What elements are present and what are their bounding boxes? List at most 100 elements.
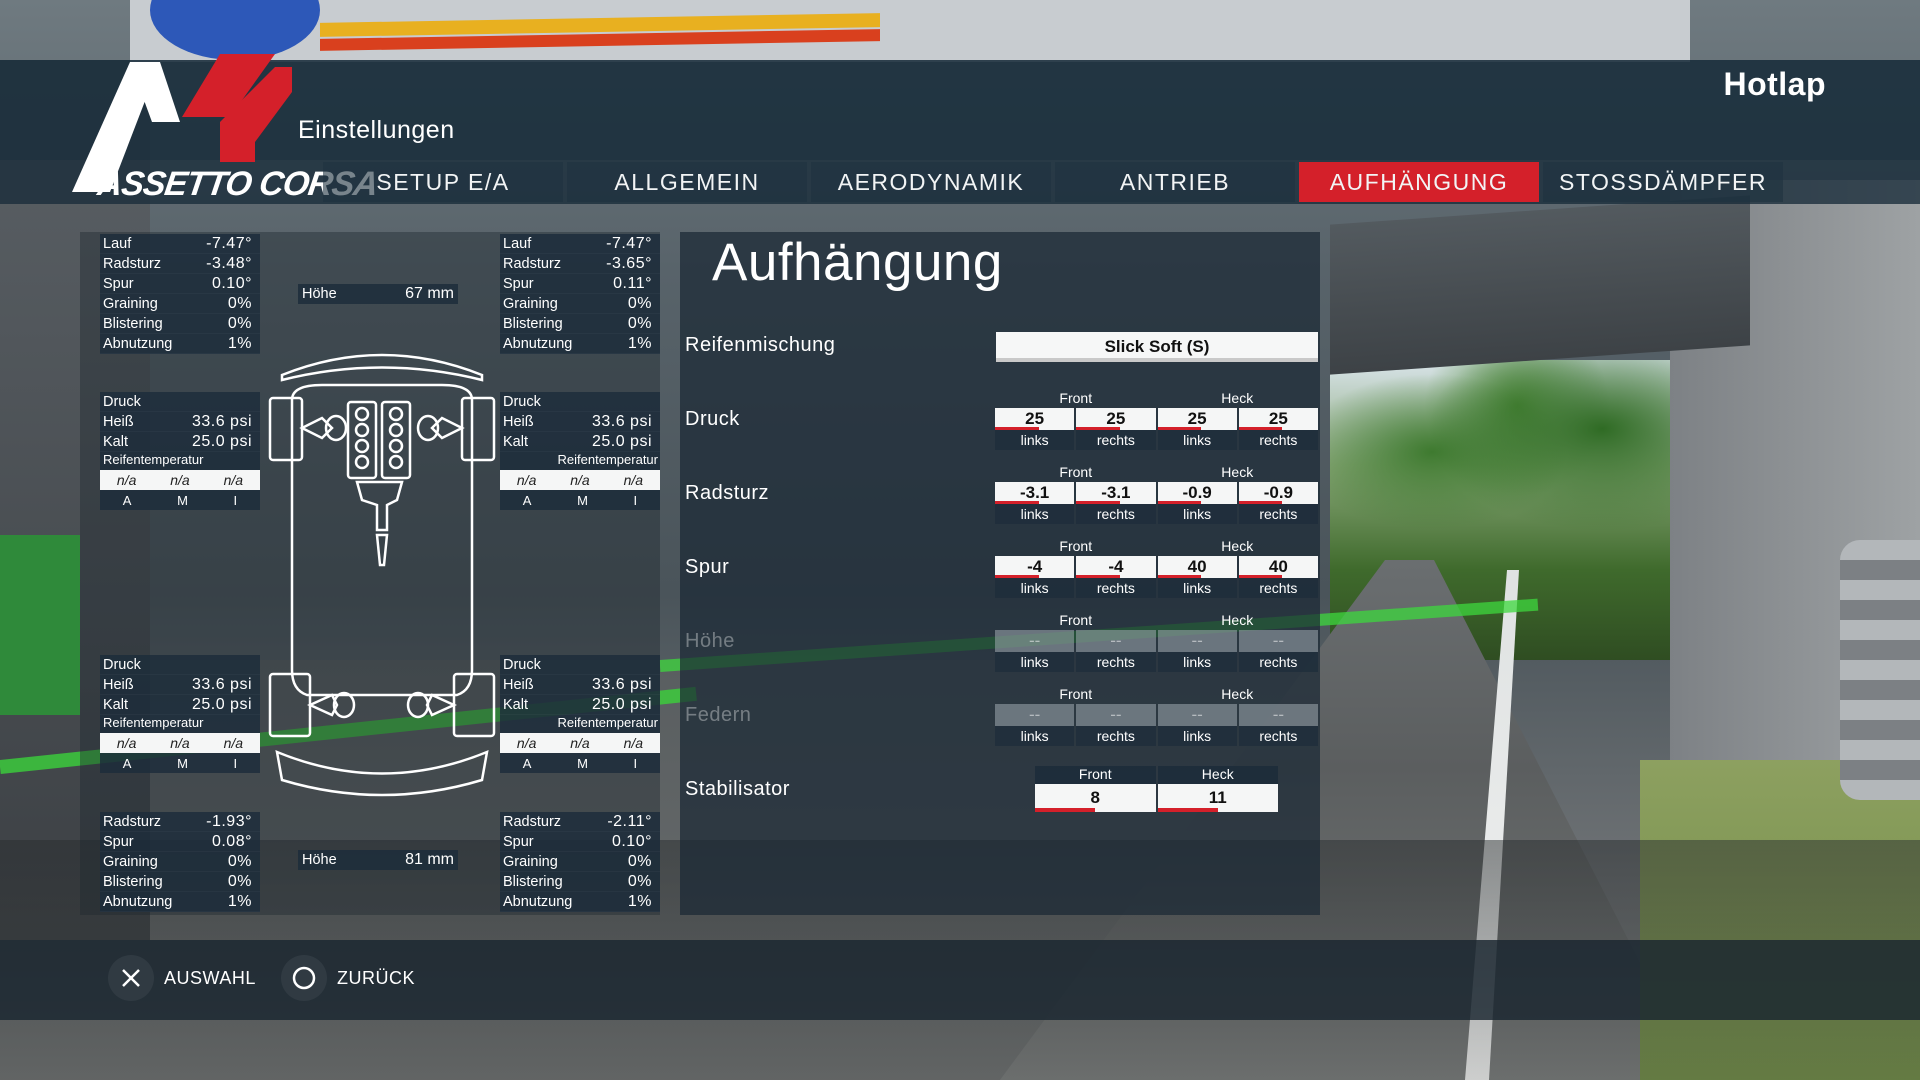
tab-aerodynamik[interactable]: AERODYNAMIK	[811, 162, 1051, 202]
stat-label: Radsturz	[103, 255, 162, 272]
back-hint[interactable]: ZURÜCK	[281, 955, 415, 1001]
car-chassis-diagram	[268, 353, 496, 797]
tire-temp-title: Reifentemperatur	[100, 715, 260, 733]
trees	[1330, 360, 1670, 590]
stat-value: 0%	[227, 852, 252, 870]
stat-row: Blistering 0%	[100, 872, 260, 892]
left-label: links	[1157, 652, 1237, 672]
toe-front-left[interactable]: -4	[995, 556, 1075, 578]
tyre-compound-label: Reifenmischung	[685, 334, 836, 356]
side-labels: links rechts links rechts	[995, 578, 1318, 598]
tire-zone: A	[522, 755, 532, 771]
value-row: -4 -4 40 40	[995, 556, 1318, 578]
stat-label: Höhe	[302, 852, 337, 868]
stat-row: Radsturz -3.65°	[500, 254, 660, 274]
stat-label: Graining	[103, 295, 158, 312]
stat-label: Druck	[103, 393, 141, 410]
tab-aufhaengung[interactable]: AUFHÄNGUNG	[1299, 162, 1539, 202]
axle-header: Front Heck	[995, 686, 1318, 704]
springs-front-right: --	[1076, 704, 1156, 726]
tire-temp-values: n/a n/a n/a	[500, 733, 660, 753]
ride-height-front-left: --	[995, 630, 1075, 652]
stat-label: Kalt	[103, 433, 128, 450]
tab-antrieb[interactable]: ANTRIEB	[1055, 162, 1295, 202]
tire-zone: M	[577, 492, 588, 508]
tire-zone: A	[122, 755, 132, 771]
right-label: rechts	[1076, 726, 1156, 746]
stat-label: Abnutzung	[503, 893, 573, 910]
tire-temp-title: Reifentemperatur	[500, 715, 660, 733]
left-label: links	[995, 726, 1075, 746]
stat-value: 0%	[627, 314, 652, 332]
camber-rear-left[interactable]: -0.9	[1157, 482, 1237, 504]
stat-label: Abnutzung	[103, 893, 173, 910]
tire-temp-title: Reifentemperatur	[100, 452, 260, 470]
stat-row: Abnutzung 1%	[500, 892, 660, 912]
stat-row: Heiß 33.6 psi	[100, 412, 260, 432]
springs-label: Federn	[685, 704, 752, 726]
pressure-rear-left[interactable]: 25	[1157, 408, 1237, 430]
stat-label: Blistering	[503, 873, 563, 890]
anti-roll-bar-rear[interactable]: 11	[1157, 784, 1278, 812]
tire-temp: n/a	[223, 735, 244, 751]
camber-rear-right[interactable]: -0.9	[1238, 482, 1318, 504]
stat-label: Graining	[503, 295, 558, 312]
tab-setup-ea[interactable]: SETUP E/A	[323, 162, 563, 202]
right-label: rechts	[1238, 504, 1318, 524]
stat-value: 0%	[227, 314, 252, 332]
rear-right-stats: Radsturz -2.11° Spur 0.10° Graining 0% Blis…	[500, 812, 660, 912]
pressure-front-right[interactable]: 25	[1076, 408, 1156, 430]
toe-front-right[interactable]: -4	[1076, 556, 1156, 578]
stat-value: 25.0 psi	[191, 695, 252, 713]
tire-temp-zones: A M I	[500, 490, 660, 510]
stat-value: 0%	[227, 294, 252, 312]
select-hint[interactable]: AUSWAHL	[108, 955, 256, 1001]
pressure-front-left[interactable]: 25	[995, 408, 1075, 430]
left-label: links	[1157, 430, 1237, 450]
pressure-rear-right[interactable]: 25	[1238, 408, 1318, 430]
stat-row: Lauf -7.47°	[500, 234, 660, 254]
rear-label: Heck	[1221, 390, 1254, 406]
ride-height-rear-right: --	[1238, 630, 1318, 652]
rear-label: Heck	[1221, 464, 1254, 480]
stat-label: Druck	[103, 656, 141, 673]
toe-rear-left[interactable]: 40	[1157, 556, 1237, 578]
stat-row: Abnutzung 1%	[100, 892, 260, 912]
left-label: links	[995, 504, 1075, 524]
tire-zone: M	[177, 492, 188, 508]
rear-right-pressure: Druck Heiß 33.6 psi Kalt 25.0 psi Reifente…	[500, 655, 660, 773]
front-right-pressure: Druck Heiß 33.6 psi Kalt 25.0 psi Reifente…	[500, 392, 660, 510]
front-label: Front	[1059, 464, 1093, 480]
stat-label: Druck	[503, 393, 541, 410]
tire-temp: n/a	[170, 735, 190, 751]
tab-stossdaempfer[interactable]: STOSSDÄMPFER	[1543, 162, 1783, 202]
pressure-controls: Front Heck 25 25 25 25 links rechts links re…	[995, 390, 1318, 450]
front-label: Front	[1059, 612, 1093, 628]
stat-row: Heiß 33.6 psi	[100, 675, 260, 695]
back-label: ZURÜCK	[337, 967, 415, 988]
green-wall	[0, 535, 80, 715]
stat-label: Spur	[503, 833, 534, 850]
tyre-compound-select[interactable]: Slick Soft (S)	[996, 332, 1318, 362]
stat-row: Kalt 25.0 psi	[100, 695, 260, 715]
stat-row: Spur 0.11°	[500, 274, 660, 294]
stat-label: Höhe	[302, 286, 337, 302]
toe-rear-right[interactable]: 40	[1238, 556, 1318, 578]
camber-front-left[interactable]: -3.1	[995, 482, 1075, 504]
tab-allgemein[interactable]: ALLGEMEIN	[567, 162, 807, 202]
stat-value: 0.10°	[611, 832, 652, 850]
anti-roll-bar-front[interactable]: 8	[1035, 784, 1156, 812]
stat-label: Abnutzung	[503, 335, 573, 352]
springs-rear-left: --	[1157, 704, 1237, 726]
tire-temp: n/a	[223, 472, 244, 488]
camber-front-right[interactable]: -3.1	[1076, 482, 1156, 504]
stat-value: 0.10°	[211, 274, 252, 292]
springs-rear-right: --	[1238, 704, 1318, 726]
value-row: 8 11	[1035, 784, 1278, 812]
right-label: rechts	[1076, 578, 1156, 598]
left-label: links	[995, 652, 1075, 672]
tire-temp: n/a	[170, 472, 190, 488]
stat-value: 33.6 psi	[591, 675, 652, 693]
stat-value: 25.0 psi	[191, 432, 252, 450]
stat-value: 25.0 psi	[591, 432, 652, 450]
